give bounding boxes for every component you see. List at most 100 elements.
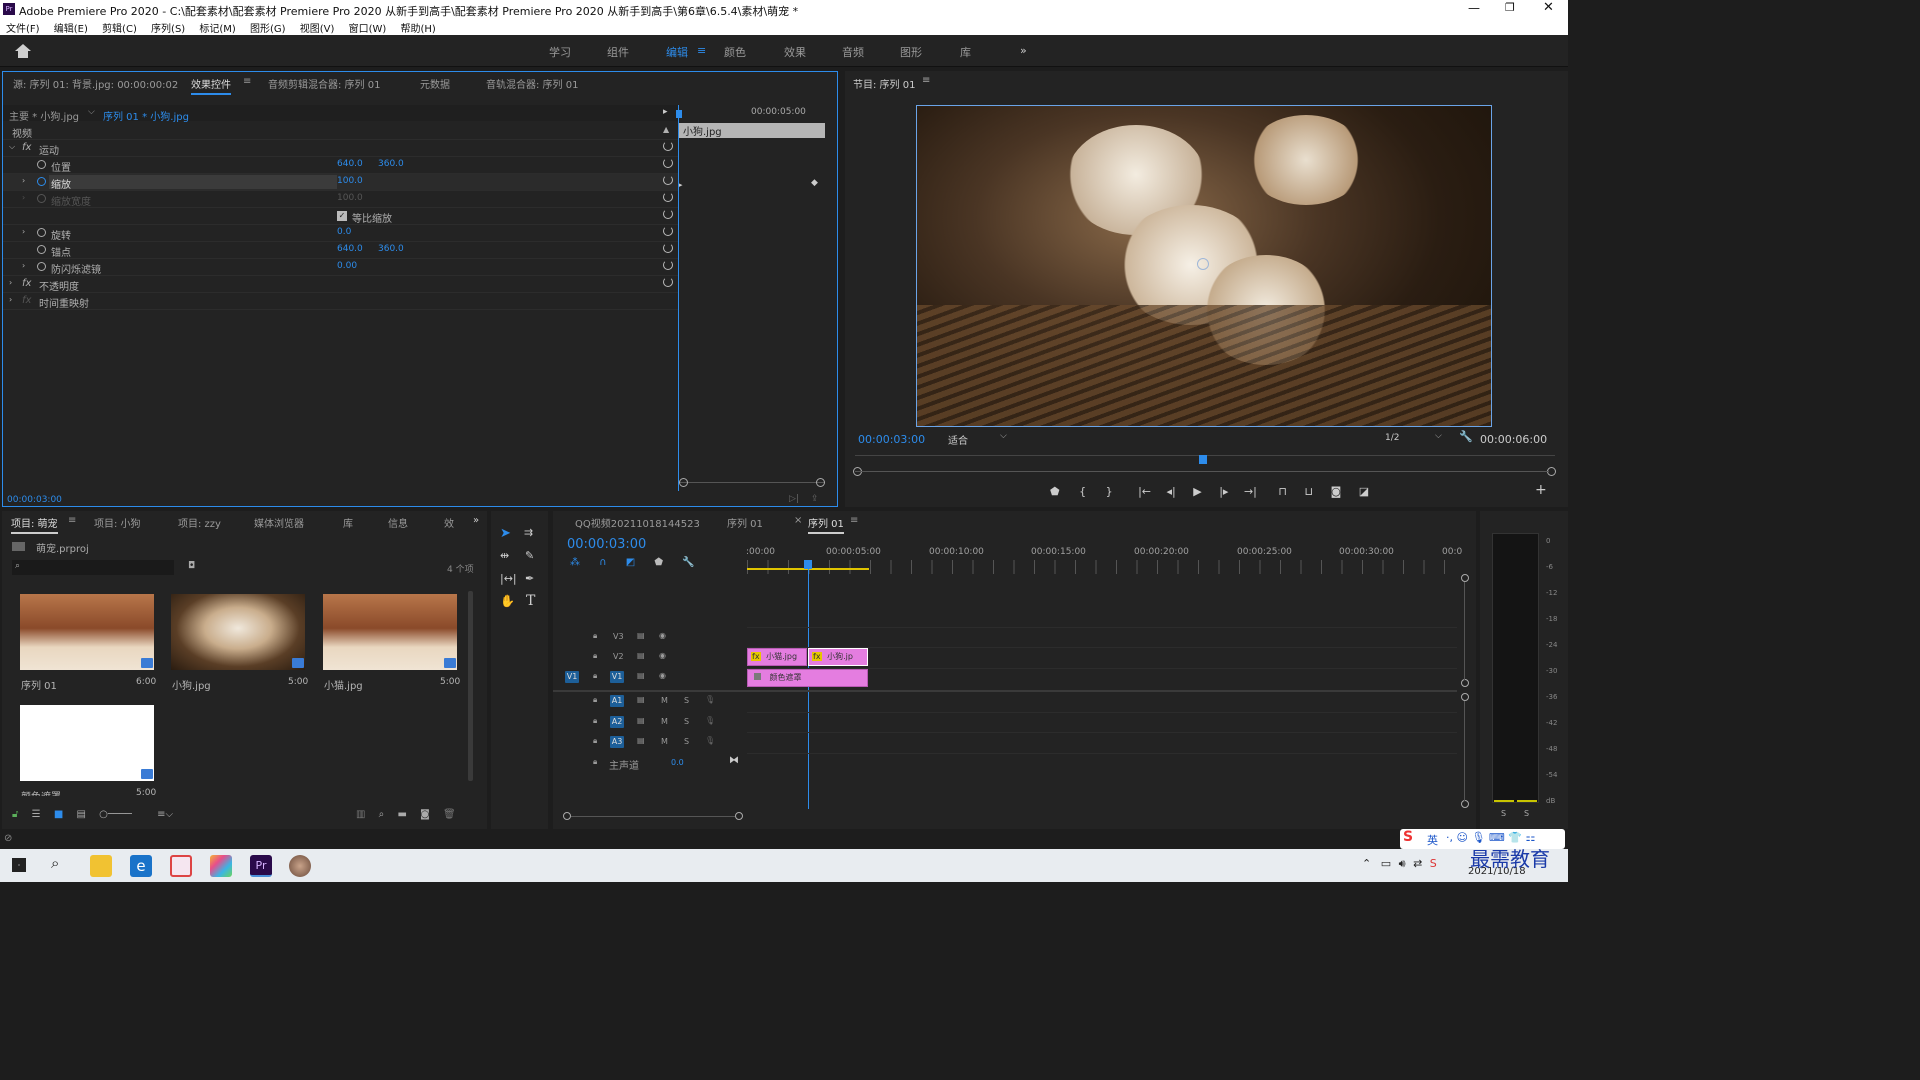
- position-row[interactable]: 位置 640.0 360.0: [3, 157, 679, 174]
- item-name[interactable]: 小猫.jpg: [324, 677, 363, 692]
- step-back-icon[interactable]: ◂|: [1167, 485, 1176, 498]
- thumbnail-kitten[interactable]: [323, 594, 457, 670]
- chevron-down-icon[interactable]: ⌵: [1435, 431, 1442, 441]
- workspace-tab-editing[interactable]: 编辑: [666, 44, 688, 60]
- thumbnail-color-matte[interactable]: [20, 705, 154, 781]
- minimize-button[interactable]: —: [1468, 1, 1480, 15]
- fit-dropdown[interactable]: 适合: [948, 432, 968, 447]
- mute-button[interactable]: M: [661, 737, 668, 746]
- type-tool-icon[interactable]: T: [526, 593, 535, 609]
- menu-file[interactable]: 文件(F): [6, 24, 40, 35]
- hand-tool-icon[interactable]: ✋: [500, 594, 515, 608]
- ec-current-time[interactable]: 00:00:03:00: [7, 495, 62, 505]
- go-to-in-icon[interactable]: |←: [1138, 485, 1151, 498]
- clip-kitten[interactable]: fx 小猫.jpg: [747, 648, 807, 666]
- transform-bounding-box[interactable]: [916, 105, 1492, 427]
- sync-lock-icon[interactable]: ▤: [637, 695, 645, 704]
- fx-icon[interactable]: fx: [22, 278, 31, 289]
- source-patch-v1[interactable]: V1: [565, 671, 579, 683]
- reset-icon[interactable]: [663, 260, 673, 270]
- program-playhead-icon[interactable]: [1199, 455, 1207, 464]
- track-lock-icon[interactable]: 🔒︎: [593, 757, 597, 767]
- scroll-handle-left-icon[interactable]: [679, 478, 688, 487]
- wrench-icon[interactable]: 🔧: [682, 557, 694, 568]
- solo-left-button[interactable]: S: [1501, 809, 1506, 818]
- track-lock-icon[interactable]: 🔒︎: [593, 651, 597, 661]
- new-item-icon[interactable]: ◙: [420, 809, 430, 820]
- scale-row[interactable]: › 缩放 100.0: [3, 174, 679, 191]
- track-lock-icon[interactable]: 🔒︎: [593, 695, 597, 705]
- chevron-up-icon[interactable]: ⌃: [1362, 857, 1371, 870]
- project-scrollbar[interactable]: [468, 591, 473, 781]
- sync-lock-icon[interactable]: ▤: [637, 651, 645, 660]
- reset-icon[interactable]: [663, 141, 673, 151]
- nest-icon[interactable]: ⁂: [570, 557, 580, 568]
- new-bin-icon[interactable]: ▬: [397, 809, 406, 820]
- solo-right-button[interactable]: S: [1524, 809, 1529, 818]
- go-to-out-icon[interactable]: →|: [1244, 485, 1257, 498]
- program-timecode[interactable]: 00:00:03:00: [858, 433, 925, 446]
- workspace-tab-audio[interactable]: 音频: [842, 44, 864, 60]
- quality-dropdown[interactable]: 1/2: [1385, 433, 1399, 443]
- home-icon[interactable]: [15, 44, 31, 51]
- master-volume-value[interactable]: 0.0: [671, 758, 684, 767]
- sogou-logo-icon[interactable]: S: [1403, 829, 1413, 845]
- timeline-ruler[interactable]: [747, 560, 1457, 574]
- tab-effects[interactable]: 效: [444, 515, 454, 530]
- tab-qq-video[interactable]: QQ视频20211018144523: [575, 515, 700, 530]
- reset-icon[interactable]: [663, 243, 673, 253]
- panel-menu-icon[interactable]: ≡: [850, 515, 858, 526]
- reset-icon[interactable]: [663, 209, 673, 219]
- go-to-in-out-icon[interactable]: ⧓: [729, 755, 739, 766]
- linked-selection-icon[interactable]: ◩: [626, 557, 635, 568]
- selection-tool-icon[interactable]: ➤: [500, 526, 511, 541]
- scroll-handle-icon[interactable]: [1461, 574, 1469, 582]
- position-y-value[interactable]: 360.0: [378, 159, 404, 169]
- chevron-down-icon[interactable]: ⌵: [88, 107, 95, 117]
- microphone-icon[interactable]: 🎙︎: [705, 736, 715, 745]
- workspace-tab-assembly[interactable]: 组件: [607, 44, 629, 60]
- scroll-handle-icon[interactable]: [1461, 693, 1469, 701]
- maximize-button[interactable]: ❐: [1505, 1, 1515, 14]
- reset-icon[interactable]: [663, 158, 673, 168]
- ec-playhead-icon[interactable]: [676, 110, 682, 118]
- tab-effect-controls[interactable]: 效果控件: [191, 76, 231, 95]
- chevron-down-icon[interactable]: ⌵: [1000, 431, 1007, 441]
- anti-flicker-value[interactable]: 0.00: [337, 261, 357, 271]
- thumbnail-sequence[interactable]: [20, 594, 154, 670]
- project-search-input[interactable]: ⌕: [12, 560, 174, 575]
- sync-lock-icon[interactable]: ▤: [637, 631, 645, 640]
- uniform-scale-checkbox[interactable]: ✓: [337, 211, 347, 221]
- lift-icon[interactable]: ⊓: [1278, 485, 1287, 498]
- track-lock-icon[interactable]: 🔒︎: [593, 671, 597, 681]
- stopwatch-icon[interactable]: [37, 228, 46, 237]
- eye-icon[interactable]: ◉: [659, 651, 666, 660]
- sync-lock-icon[interactable]: ▤: [637, 736, 645, 745]
- app-icon[interactable]: [170, 855, 192, 877]
- h-scroll-left-icon[interactable]: [563, 812, 571, 820]
- ripple-edit-tool-icon[interactable]: ⇹: [500, 549, 509, 562]
- item-name[interactable]: 颜色遮罩: [21, 788, 61, 796]
- track-select-tool-icon[interactable]: ⇉: [524, 526, 533, 539]
- new-bin-from-search-icon[interactable]: ◘: [188, 561, 195, 571]
- play-icon[interactable]: ▶: [1193, 485, 1201, 498]
- expand-icon[interactable]: ›: [22, 227, 25, 236]
- add-marker-icon[interactable]: ⬟: [1050, 485, 1060, 498]
- panel-menu-icon[interactable]: ≡: [922, 75, 930, 86]
- sogou-tray-icon[interactable]: S: [1430, 857, 1437, 870]
- item-name[interactable]: 序列 01: [21, 677, 57, 692]
- list-view-icon[interactable]: ☰: [32, 809, 41, 820]
- menu-help[interactable]: 帮助(H): [401, 24, 436, 35]
- windows-start-icon[interactable]: [12, 858, 26, 872]
- automate-to-sequence-icon[interactable]: ▥: [356, 809, 365, 820]
- file-explorer-icon[interactable]: [90, 855, 112, 877]
- ime-language[interactable]: 英: [1427, 832, 1438, 848]
- more-panels-icon[interactable]: »: [473, 515, 479, 526]
- menu-clip[interactable]: 剪辑(C): [102, 24, 137, 35]
- workspace-tab-color[interactable]: 颜色: [724, 44, 746, 60]
- thumbnail-puppy[interactable]: [171, 594, 305, 670]
- timeline-playhead-icon[interactable]: [804, 560, 812, 569]
- opacity-effect-row[interactable]: › fx 不透明度: [3, 276, 679, 293]
- track-label[interactable]: A1: [610, 695, 624, 707]
- expand-icon[interactable]: ›: [9, 295, 12, 304]
